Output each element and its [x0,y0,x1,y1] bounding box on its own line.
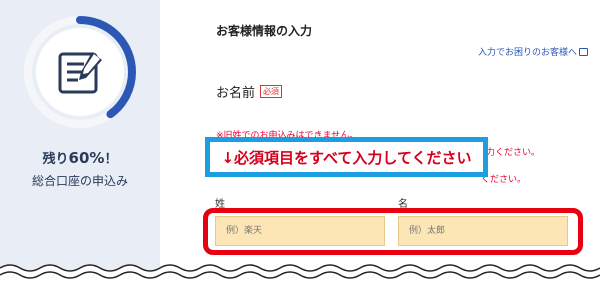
help-link-text[interactable]: 入力でお困りのお客様へ [478,45,577,58]
progress-ring [24,16,136,128]
external-link-icon [579,47,588,56]
last-name-input[interactable] [215,216,385,246]
name-field-label: お名前 [216,86,256,101]
edit-document-icon [58,52,102,94]
help-link[interactable]: 入力でお困りのお客様へ [478,45,588,58]
required-badge: 必須 [260,85,282,98]
progress-remaining: 残り60%！ [42,149,118,167]
sidebar: 残り60%！ 総合口座の申込み [0,0,160,289]
first-name-input[interactable] [398,216,568,246]
application-type: 総合口座の申込み [31,174,128,188]
torn-edge [0,264,600,289]
section-title: お客様情報の入力 [216,24,313,38]
required-callout: ↓必須項目をすべて入力してください [205,137,488,177]
